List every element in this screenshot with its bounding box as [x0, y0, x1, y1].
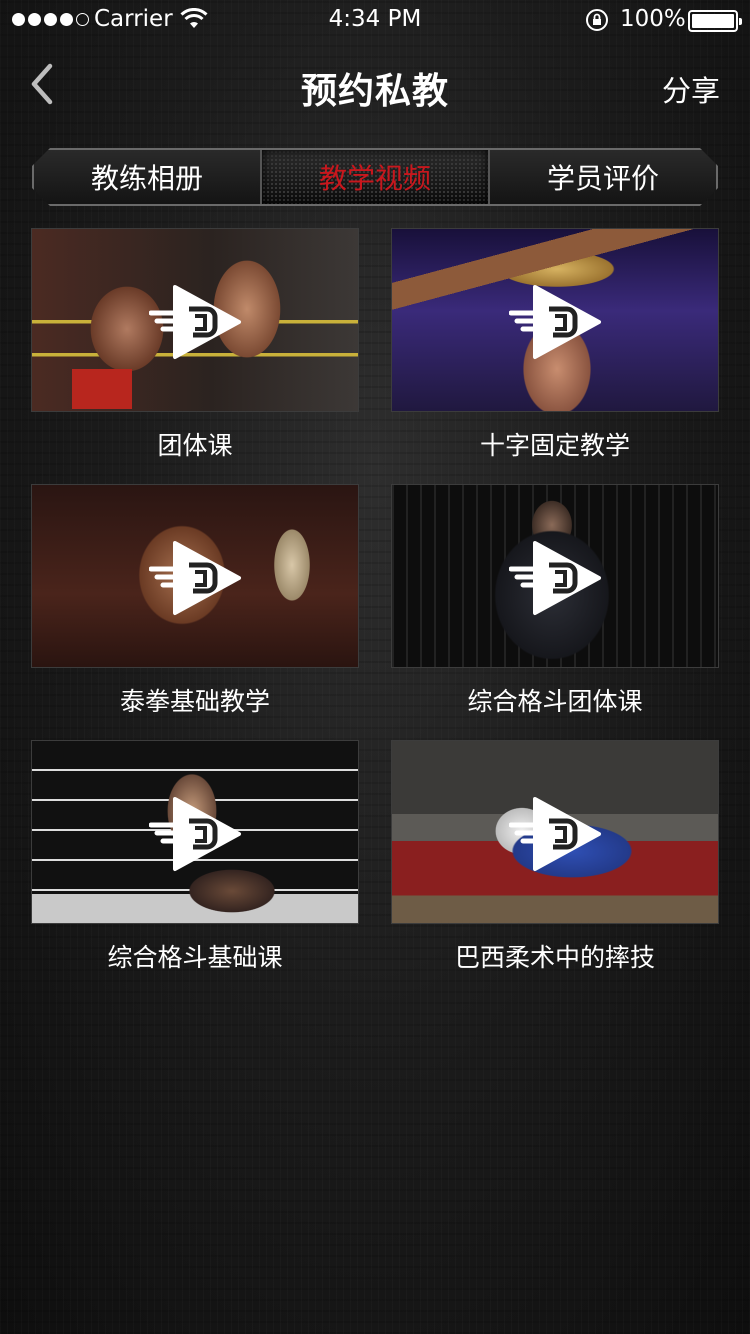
play-icon — [509, 285, 601, 359]
video-card[interactable]: 泰拳基础教学 — [31, 484, 359, 718]
battery-percent: 100% — [620, 6, 686, 32]
video-card[interactable]: 团体课 — [31, 228, 359, 462]
video-title: 十字固定教学 — [479, 431, 630, 460]
tab-student-reviews[interactable]: 学员评价 — [490, 150, 716, 204]
video-title: 综合格斗基础课 — [107, 943, 283, 972]
video-title: 团体课 — [157, 431, 233, 460]
play-icon — [509, 797, 601, 871]
video-card[interactable]: 综合格斗团体课 — [391, 484, 719, 718]
play-icon — [509, 541, 601, 615]
video-card[interactable]: 巴西柔术中的摔技 — [391, 740, 719, 974]
video-thumbnail — [391, 484, 719, 668]
video-thumbnail — [391, 740, 719, 924]
video-thumbnail — [31, 228, 359, 412]
page-title: 预约私教 — [300, 71, 449, 112]
video-card[interactable]: 综合格斗基础课 — [31, 740, 359, 974]
play-icon — [149, 285, 241, 359]
video-title: 综合格斗团体课 — [467, 687, 643, 716]
segmented-tabs: 教练相册 教学视频 学员评价 — [32, 148, 718, 206]
play-icon — [149, 541, 241, 615]
tab-teaching-videos[interactable]: 教学视频 — [262, 150, 490, 204]
status-bar: Carrier 4:34 PM 100% — [0, 0, 750, 40]
tab-coach-album[interactable]: 教练相册 — [34, 150, 262, 204]
video-card[interactable]: 十字固定教学 — [391, 228, 719, 462]
video-thumbnail — [31, 484, 359, 668]
share-button[interactable]: 分享 — [662, 68, 720, 110]
battery-icon — [688, 10, 742, 32]
video-title: 泰拳基础教学 — [119, 687, 270, 716]
play-icon — [149, 797, 241, 871]
video-title: 巴西柔术中的摔技 — [454, 943, 655, 972]
video-thumbnail — [391, 228, 719, 412]
rotation-lock-icon — [586, 9, 608, 31]
video-thumbnail — [31, 740, 359, 924]
nav-bar: 预约私教 分享 — [0, 40, 750, 130]
